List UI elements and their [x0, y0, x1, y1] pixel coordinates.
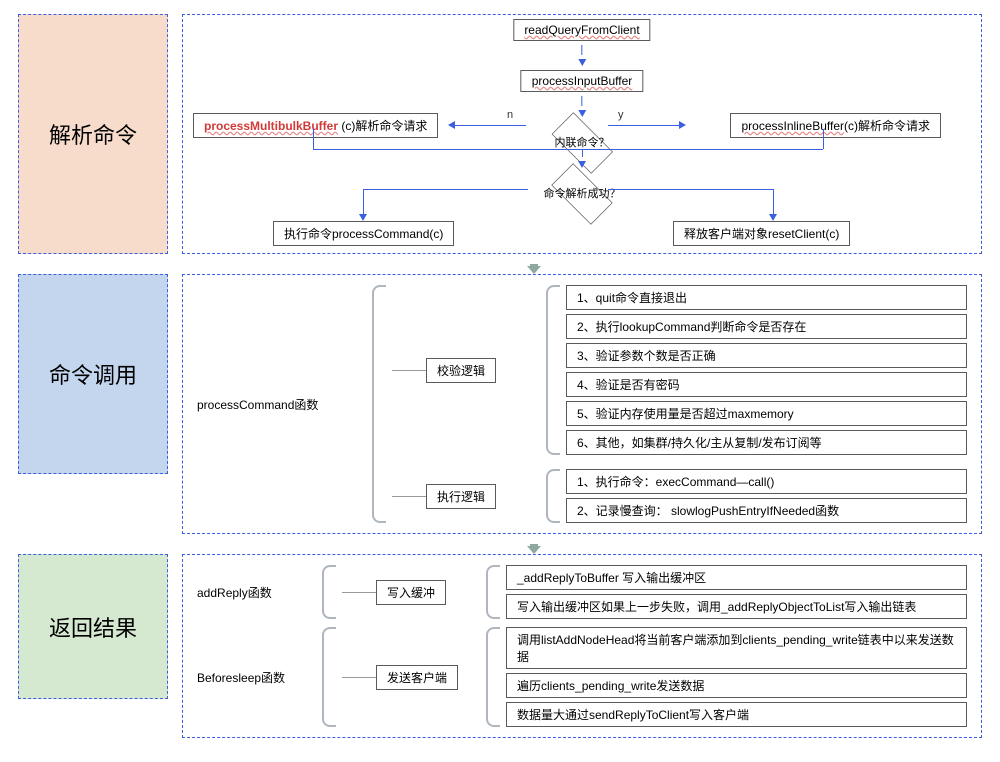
section-result-label: 返回结果 — [49, 611, 137, 643]
node-inline: processInlineBuffer(c)解析命令请求 — [730, 113, 941, 138]
node-procinput: processInputBuffer — [521, 70, 644, 92]
parse-panel: readQueryFromClient processInputBuffer 内… — [182, 14, 982, 254]
node-release: 释放客户端对象resetClient(c) — [673, 221, 850, 246]
invoke-panel: processCommand函数 校验逻辑 1、quit命令直接退出 2、执行l… — [182, 274, 982, 534]
check-list: 1、quit命令直接退出 2、执行lookupCommand判断命令是否存在 3… — [566, 285, 967, 455]
result-panel: addReply函数 写入缓冲 _addReplyToBuffer 写入输出缓冲… — [182, 554, 982, 738]
invoke-lead: processCommand函数 — [197, 396, 318, 413]
send-item: 数据量大通过sendReplyToClient写入客户端 — [506, 702, 967, 727]
invoke-sub-exec: 执行逻辑 — [426, 484, 496, 509]
send-pre-item: 调用listAddNodeHead将当前客户端添加到clients_pendin… — [506, 627, 967, 669]
exec-list: 1、执行命令：execCommand—call() 2、记录慢查询： slowl… — [566, 469, 967, 523]
decision-parse-ok: 命令解析成功？ — [542, 172, 622, 216]
result-sub-buf: 写入缓冲 — [376, 580, 446, 605]
section-parse-label: 解析命令 — [49, 118, 137, 150]
result-sub-send: 发送客户端 — [376, 665, 458, 690]
flow-arrow-1 — [86, 264, 982, 274]
exec-item: 2、记录慢查询： slowlogPushEntryIfNeeded函数 — [566, 498, 967, 523]
section-invoke: 命令调用 — [18, 274, 168, 474]
send-list: 调用listAddNodeHead将当前客户端添加到clients_pendin… — [506, 627, 967, 727]
node-exec: 执行命令processCommand(c) — [273, 221, 454, 246]
send-item: 遍历clients_pending_write发送数据 — [506, 673, 967, 698]
section-result: 返回结果 — [18, 554, 168, 699]
check-item: 1、quit命令直接退出 — [566, 285, 967, 310]
result-lead1: addReply函数 — [197, 584, 272, 601]
check-item: 4、验证是否有密码 — [566, 372, 967, 397]
flow-arrow-2 — [86, 544, 982, 554]
node-readquery: readQueryFromClient — [513, 19, 650, 41]
section-parse: 解析命令 — [18, 14, 168, 254]
buf-item: 写入输出缓冲区如果上一步失败，调用_addReplyObjectToList写入… — [506, 594, 967, 619]
exec-item: 1、执行命令：execCommand—call() — [566, 469, 967, 494]
check-item: 2、执行lookupCommand判断命令是否存在 — [566, 314, 967, 339]
buf-item: _addReplyToBuffer 写入输出缓冲区 — [506, 565, 967, 590]
result-lead2: Beforesleep函数 — [197, 669, 285, 686]
check-item: 5、验证内存使用量是否超过maxmemory — [566, 401, 967, 426]
label-n: n — [507, 109, 513, 121]
node-multibulk: processMultibulkBuffer (c)解析命令请求 — [193, 113, 438, 138]
check-item: 6、其他，如集群/持久化/主从复制/发布订阅等 — [566, 430, 967, 455]
buf-list: _addReplyToBuffer 写入输出缓冲区 写入输出缓冲区如果上一步失败… — [506, 565, 967, 619]
check-item: 3、验证参数个数是否正确 — [566, 343, 967, 368]
section-invoke-label: 命令调用 — [49, 358, 137, 390]
label-y: y — [618, 109, 624, 121]
invoke-sub-check: 校验逻辑 — [426, 358, 496, 383]
